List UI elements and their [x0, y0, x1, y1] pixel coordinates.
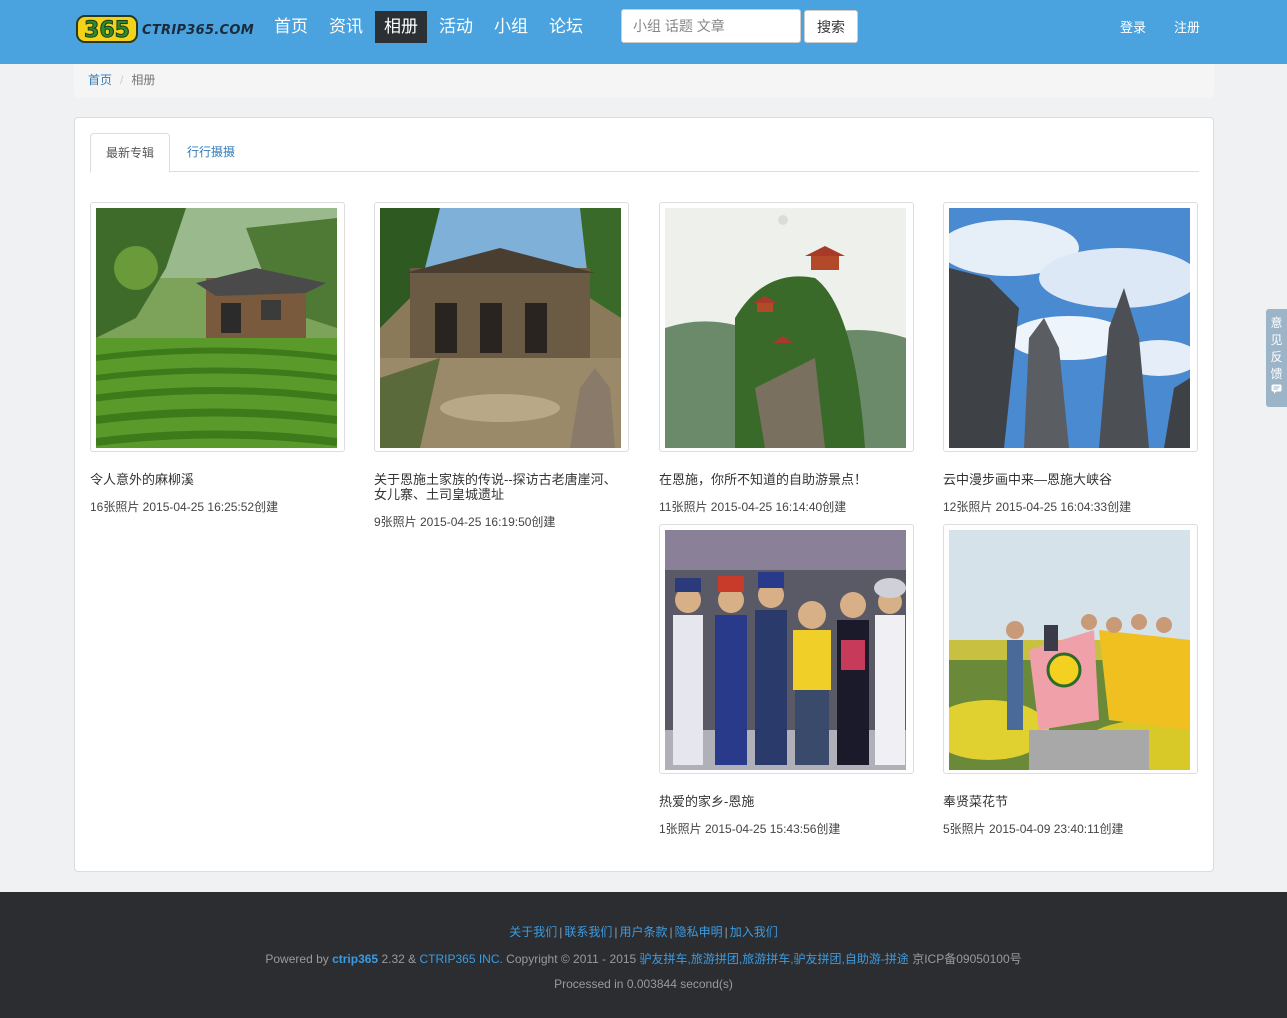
login-link[interactable]: 登录	[1120, 17, 1146, 36]
album-meta: 5张照片 2015-04-09 23:40:11创建	[943, 822, 1124, 836]
main-nav: 首页 资讯 相册 活动 小组 论坛	[265, 11, 595, 43]
album-card: 关于恩施土家族的传说--探访古老唐崖河、女儿寨、土司皇城遗址 9张照片 2015…	[374, 202, 629, 530]
album-tabs: 最新专辑 行行摄摄	[90, 133, 1199, 173]
album-title[interactable]: 令人意外的麻柳溪	[90, 472, 345, 487]
powered-version: 2.32 &	[378, 952, 420, 966]
album-thumbnail[interactable]	[90, 202, 345, 452]
flower-festival-photo-image	[949, 530, 1190, 770]
site-logo[interactable]: 365 CTRIP365.COM	[76, 8, 254, 48]
logo-365-icon: 365	[76, 15, 138, 44]
tea-field-photo-image	[96, 208, 337, 448]
chat-bubble-icon	[1271, 384, 1282, 394]
breadcrumb-current: 相册	[131, 73, 156, 87]
search-input[interactable]	[621, 9, 801, 43]
nav-album[interactable]: 相册	[375, 11, 427, 43]
nav-home[interactable]: 首页	[265, 11, 317, 43]
album-card: 令人意外的麻柳溪 16张照片 2015-04-25 16:25:52创建	[90, 202, 345, 515]
breadcrumb-home[interactable]: 首页	[88, 73, 112, 87]
tab-latest-albums[interactable]: 最新专辑	[90, 133, 171, 173]
footer-separator: |	[724, 925, 728, 939]
album-title[interactable]: 关于恩施土家族的传说--探访古老唐崖河、女儿寨、土司皇城遗址	[374, 472, 629, 502]
powered-prefix: Powered by	[265, 952, 333, 966]
album-card: 在恩施，你所不知道的自助游景点！ 11张照片 2015-04-25 16:14:…	[659, 202, 914, 515]
album-meta: 9张照片 2015-04-25 16:19:50创建	[374, 515, 556, 529]
album-card: 奉贤菜花节 5张照片 2015-04-09 23:40:11创建	[943, 524, 1198, 837]
album-thumbnail[interactable]	[659, 202, 914, 452]
footer-link-contact[interactable]: 联系我们	[564, 925, 612, 939]
keywords-link[interactable]: 驴友拼车,旅游拼团,旅游拼车,驴友拼团,自助游-拼途	[640, 952, 909, 966]
footer-processed-time: Processed in 0.003844 second(s)	[554, 977, 733, 991]
feedback-tab[interactable]: 意 见 反 馈	[1266, 309, 1287, 407]
feedback-char: 馈	[1270, 367, 1283, 381]
company-link[interactable]: CTRIP365 INC.	[419, 952, 502, 966]
footer-link-terms[interactable]: 用户条款	[619, 925, 667, 939]
album-title[interactable]: 热爱的家乡-恩施	[659, 794, 914, 809]
album-title[interactable]: 奉贤菜花节	[943, 794, 1198, 809]
register-link[interactable]: 注册	[1174, 17, 1200, 36]
canyon-sky-photo-image	[949, 208, 1190, 448]
nav-group[interactable]: 小组	[485, 11, 537, 43]
cliff-pavilion-photo-image	[665, 208, 906, 448]
nav-forum[interactable]: 论坛	[540, 11, 592, 43]
album-title[interactable]: 在恩施，你所不知道的自助游景点！	[659, 472, 914, 487]
footer-links: 关于我们 | 联系我们 | 用户条款 | 隐私申明 | 加入我们	[0, 923, 1287, 940]
costume-group-photo-image	[665, 530, 906, 770]
album-thumbnail[interactable]	[659, 524, 914, 774]
feedback-char: 意	[1270, 316, 1283, 330]
footer-separator: |	[669, 925, 673, 939]
footer-powered: Powered by ctrip365 2.32 & CTRIP365 INC.…	[0, 950, 1287, 967]
footer: 关于我们 | 联系我们 | 用户条款 | 隐私申明 | 加入我们 Powered by ctri…	[0, 892, 1287, 1018]
album-meta: 16张照片 2015-04-25 16:25:52创建	[90, 500, 279, 514]
copyright-text: Copyright © 2011 - 2015	[502, 952, 640, 966]
album-card: 云中漫步画中来—恩施大峡谷 12张照片 2015-04-25 16:04:33创…	[943, 202, 1198, 515]
feedback-char: 反	[1270, 350, 1283, 364]
album-panel: 最新专辑 行行摄摄 令人意外的麻柳溪 16张照片 2015-04-25 16:2…	[74, 117, 1214, 872]
tab-photography[interactable]: 行行摄摄	[172, 133, 250, 172]
album-thumbnail[interactable]	[374, 202, 629, 452]
svg-text:365: 365	[84, 18, 130, 43]
album-meta: 1张照片 2015-04-25 15:43:56创建	[659, 822, 841, 836]
album-thumbnail[interactable]	[943, 202, 1198, 452]
nav-activity[interactable]: 活动	[430, 11, 482, 43]
footer-link-privacy[interactable]: 隐私申明	[675, 925, 723, 939]
album-meta: 12张照片 2015-04-25 16:04:33创建	[943, 500, 1132, 514]
album-card: 热爱的家乡-恩施 1张照片 2015-04-25 15:43:56创建	[659, 524, 914, 837]
footer-link-about[interactable]: 关于我们	[509, 925, 557, 939]
album-meta: 11张照片 2015-04-25 16:14:40创建	[659, 500, 847, 514]
top-navbar: 365 CTRIP365.COM 首页 资讯 相册 活动 小组 论坛 搜索 登录…	[0, 0, 1287, 64]
feedback-char: 见	[1270, 333, 1283, 347]
breadcrumb-separator: /	[120, 73, 124, 87]
search-button[interactable]: 搜索	[804, 10, 858, 43]
ruins-photo-image	[380, 208, 621, 448]
footer-link-join[interactable]: 加入我们	[730, 925, 778, 939]
album-title[interactable]: 云中漫步画中来—恩施大峡谷	[943, 472, 1198, 487]
logo-text: CTRIP365.COM	[142, 23, 254, 38]
album-thumbnail[interactable]	[943, 524, 1198, 774]
breadcrumb: 首页 / 相册	[74, 64, 1214, 98]
icp-text: 京ICP备09050100号	[908, 952, 1022, 966]
nav-news[interactable]: 资讯	[320, 11, 372, 43]
powered-brand-link[interactable]: ctrip365	[332, 952, 378, 966]
